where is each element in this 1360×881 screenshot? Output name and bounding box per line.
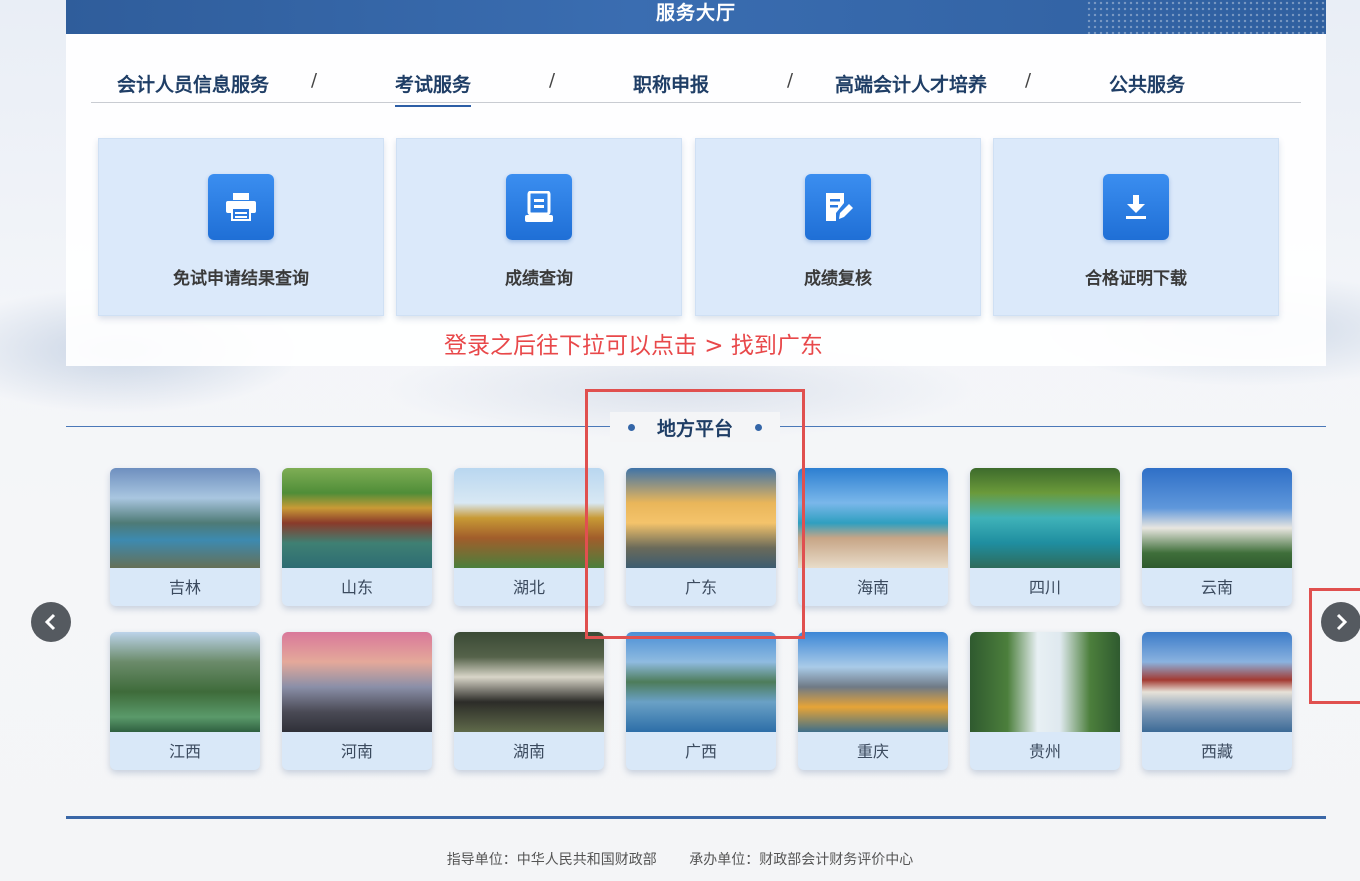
- card-score-review[interactable]: 成绩复核: [695, 138, 981, 316]
- jiangxi-mountain-image: [110, 632, 260, 732]
- province-card-henan[interactable]: 河南: [282, 632, 432, 770]
- chevron-right-icon: [1336, 613, 1348, 631]
- card-certificate-download[interactable]: 合格证明下载: [993, 138, 1279, 316]
- red-annotation-text: 登录之后往下拉可以点击 > 找到广东: [444, 333, 823, 359]
- province-name: 吉林: [168, 578, 201, 597]
- province-name: 贵州: [1028, 742, 1061, 761]
- dot-icon: [627, 423, 635, 431]
- province-name: 四川: [1028, 578, 1061, 597]
- footer-host-unit: 承办单位：财政部会计财务评价中心: [689, 852, 914, 868]
- document-icon: [506, 174, 572, 240]
- province-name: 山东: [340, 578, 373, 597]
- tab-senior-talent[interactable]: 高端会计人才培养: [835, 70, 987, 97]
- printer-icon: [208, 174, 274, 240]
- province-card-yunnan[interactable]: 云南: [1142, 468, 1292, 606]
- province-card-shandong[interactable]: 山东: [282, 468, 432, 606]
- province-card-hainan[interactable]: 海南: [798, 468, 948, 606]
- dot-icon: [755, 423, 762, 431]
- guangxi-river-image: [626, 632, 776, 732]
- chevron-left-icon: [44, 613, 56, 631]
- guizhou-waterfall-image: [970, 632, 1120, 732]
- card-score-query[interactable]: 成绩查询: [396, 138, 682, 316]
- province-name: 海南: [856, 578, 889, 597]
- section-title: 地方平台: [656, 417, 733, 440]
- footer-guide-unit: 指导单位：中华人民共和国财政部: [446, 852, 657, 868]
- tab-separator: /: [549, 70, 556, 91]
- hunan-academy-image: [454, 632, 604, 732]
- province-card-guangdong[interactable]: 广东: [626, 468, 776, 606]
- card-label: 合格证明下载: [1085, 269, 1187, 289]
- tab-separator: /: [311, 70, 318, 91]
- service-tabs: 会计人员信息服务 / 考试服务 / 职称申报 / 高端会计人才培养 / 公共服务: [91, 60, 1301, 107]
- province-card-hubei[interactable]: 湖北: [454, 468, 604, 606]
- hainan-beach-image: [798, 468, 948, 568]
- jilin-lake-image: [110, 468, 260, 568]
- card-label: 成绩查询: [505, 269, 573, 289]
- footer-divider: [66, 816, 1326, 819]
- tab-public-services[interactable]: 公共服务: [1109, 70, 1185, 97]
- province-card-guangxi[interactable]: 广西: [626, 632, 776, 770]
- province-name: 云南: [1200, 578, 1233, 597]
- province-card-guizhou[interactable]: 贵州: [970, 632, 1120, 770]
- section-heading: 地方平台: [610, 412, 780, 442]
- sichuan-lake-image: [970, 468, 1120, 568]
- province-name: 广东: [684, 578, 717, 597]
- card-label: 成绩复核: [804, 269, 872, 289]
- edit-document-icon: [805, 174, 871, 240]
- carousel-prev-button[interactable]: [31, 602, 71, 642]
- province-card-jilin[interactable]: 吉林: [110, 468, 260, 606]
- hubei-tower-image: [454, 468, 604, 568]
- province-card-jiangxi[interactable]: 江西: [110, 632, 260, 770]
- province-name: 江西: [168, 742, 201, 761]
- card-exemption-result-query[interactable]: 免试申请结果查询: [98, 138, 384, 316]
- card-label: 免试申请结果查询: [173, 269, 309, 289]
- province-name: 广西: [684, 742, 717, 761]
- province-card-chongqing[interactable]: 重庆: [798, 632, 948, 770]
- yunnan-pagoda-image: [1142, 468, 1292, 568]
- province-name: 西藏: [1200, 742, 1233, 761]
- province-name: 湖北: [512, 578, 545, 597]
- chongqing-bridge-image: [798, 632, 948, 732]
- province-name: 湖南: [512, 742, 545, 761]
- province-name: 重庆: [856, 742, 889, 761]
- service-hall-header: 服务大厅: [66, 0, 1326, 34]
- carousel-next-button[interactable]: [1321, 602, 1360, 642]
- province-card-tibet[interactable]: 西藏: [1142, 632, 1292, 770]
- tab-title-application[interactable]: 职称申报: [633, 70, 709, 97]
- tab-separator: /: [1025, 70, 1032, 91]
- header-title: 服务大厅: [655, 1, 736, 24]
- footer: 指导单位：中华人民共和国财政部 承办单位：财政部会计财务评价中心: [0, 849, 1360, 869]
- guangdong-tower-image: [626, 468, 776, 568]
- tibet-palace-image: [1142, 632, 1292, 732]
- province-card-hunan[interactable]: 湖南: [454, 632, 604, 770]
- province-card-sichuan[interactable]: 四川: [970, 468, 1120, 606]
- province-name: 河南: [340, 742, 373, 761]
- service-panel: 会计人员信息服务 / 考试服务 / 职称申报 / 高端会计人才培养 / 公共服务…: [66, 34, 1326, 366]
- henan-temple-image: [282, 632, 432, 732]
- tab-exam-services[interactable]: 考试服务: [395, 70, 472, 107]
- shandong-pavilion-image: [282, 468, 432, 568]
- tab-separator: /: [787, 70, 794, 91]
- download-icon: [1103, 174, 1169, 240]
- tab-accountant-info[interactable]: 会计人员信息服务: [117, 70, 269, 97]
